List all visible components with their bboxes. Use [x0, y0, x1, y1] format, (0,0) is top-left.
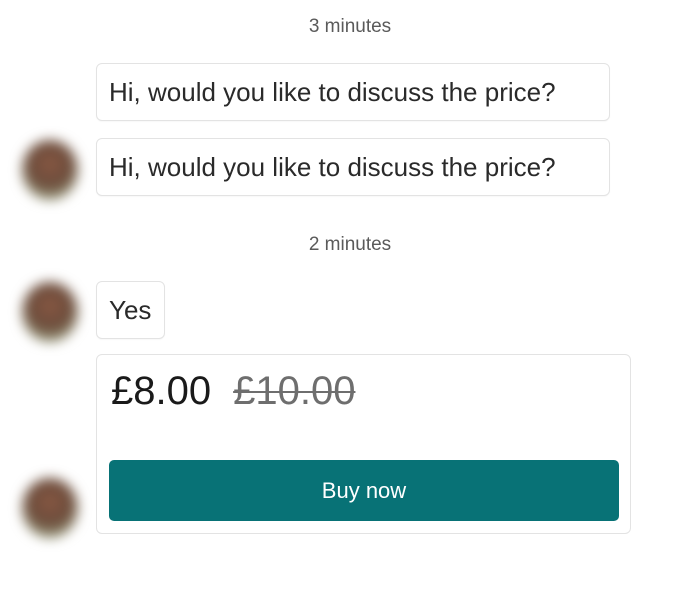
avatar[interactable]: [22, 282, 78, 342]
timestamp-2-minutes: 2 minutes: [308, 234, 392, 255]
offer-card: £8.00 £10.00 Buy now: [96, 354, 631, 534]
price-row: £8.00 £10.00: [111, 369, 355, 414]
avatar[interactable]: [22, 478, 78, 538]
message-bubble: Hi, would you like to discuss the price?: [96, 138, 610, 196]
avatar[interactable]: [22, 140, 78, 200]
message-bubble: Yes: [96, 281, 165, 339]
message-text: Yes: [109, 294, 152, 325]
offer-price: £8.00: [111, 369, 212, 413]
message-text: Hi, would you like to discuss the price?: [109, 151, 556, 182]
buy-now-button[interactable]: Buy now: [109, 460, 619, 521]
message-bubble: Hi, would you like to discuss the price?: [96, 63, 610, 121]
original-price: £10.00: [233, 369, 356, 413]
message-text: Hi, would you like to discuss the price?: [109, 76, 556, 107]
timestamp-3-minutes: 3 minutes: [308, 16, 392, 37]
